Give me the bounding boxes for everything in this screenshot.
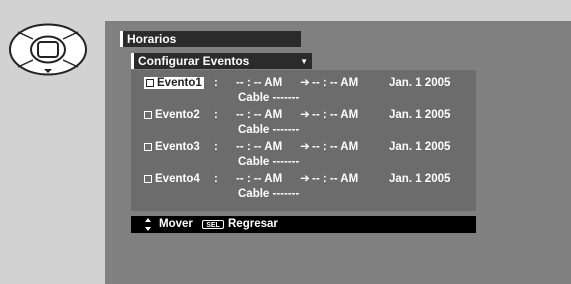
- event-name-field[interactable]: Evento2: [144, 108, 214, 123]
- event-name-field[interactable]: Evento4: [144, 172, 214, 187]
- sel-button-icon: SEL: [202, 220, 224, 229]
- page-title: Horarios: [120, 31, 301, 47]
- separator: :: [214, 109, 218, 121]
- event-name: Evento2: [155, 109, 200, 121]
- right-arrow-icon: ➔: [300, 109, 310, 121]
- event-row[interactable]: Evento3: -- : -- AM ➔ -- : -- AM Jan. 1 2005…: [144, 140, 474, 172]
- event-row[interactable]: Evento2: -- : -- AM ➔ -- : -- AM Jan. 1 2005…: [144, 108, 474, 140]
- end-time[interactable]: -- : -- AM: [312, 108, 389, 123]
- start-time[interactable]: -- : -- AM: [236, 108, 298, 123]
- event-channel[interactable]: Cable -------: [238, 156, 299, 168]
- footer-help-bar: Mover SEL Regresar: [131, 216, 476, 233]
- start-time[interactable]: -- : -- AM: [236, 140, 298, 155]
- menu-selected-label: Configurar Eventos: [138, 54, 250, 68]
- event-name: Evento4: [155, 173, 200, 185]
- right-arrow-icon: ➔: [300, 141, 310, 153]
- move-hint: Mover: [159, 218, 193, 230]
- start-time[interactable]: -- : -- AM: [236, 76, 298, 91]
- right-arrow-icon: ➔: [300, 77, 310, 89]
- event-name: Evento3: [155, 141, 200, 153]
- remote-dpad-icon: [9, 23, 87, 76]
- event-row[interactable]: Evento1: -- : -- AM ➔ -- : -- AM Jan. 1 2005…: [144, 76, 474, 108]
- event-date[interactable]: Jan. 1 2005: [389, 172, 450, 187]
- checkbox-icon: [144, 111, 152, 119]
- event-date[interactable]: Jan. 1 2005: [389, 76, 450, 91]
- checkbox-icon: [146, 79, 154, 87]
- event-channel[interactable]: Cable -------: [238, 188, 299, 200]
- checkbox-icon: [144, 175, 152, 183]
- back-hint: Regresar: [228, 218, 278, 230]
- event-date[interactable]: Jan. 1 2005: [389, 108, 450, 123]
- start-time[interactable]: -- : -- AM: [236, 172, 298, 187]
- end-time[interactable]: -- : -- AM: [312, 140, 389, 155]
- end-time[interactable]: -- : -- AM: [312, 172, 389, 187]
- up-down-arrow-icon: [145, 218, 151, 231]
- right-arrow-icon: ➔: [300, 173, 310, 185]
- event-name: Evento1: [157, 77, 202, 89]
- event-channel[interactable]: Cable -------: [238, 124, 299, 136]
- event-name-field[interactable]: Evento3: [144, 140, 214, 155]
- separator: :: [214, 173, 218, 185]
- chevron-down-icon: ▼: [300, 57, 308, 66]
- end-time[interactable]: -- : -- AM: [312, 76, 389, 91]
- checkbox-icon: [144, 143, 152, 151]
- separator: :: [214, 141, 218, 153]
- event-row[interactable]: Evento4: -- : -- AM ➔ -- : -- AM Jan. 1 2005…: [144, 172, 474, 204]
- event-channel[interactable]: Cable -------: [238, 92, 299, 104]
- event-name-field[interactable]: Evento1: [144, 76, 214, 91]
- menu-dropdown[interactable]: Configurar Eventos ▼: [131, 53, 312, 69]
- page-title-text: Horarios: [127, 32, 177, 46]
- separator: :: [214, 77, 218, 89]
- event-date[interactable]: Jan. 1 2005: [389, 140, 450, 155]
